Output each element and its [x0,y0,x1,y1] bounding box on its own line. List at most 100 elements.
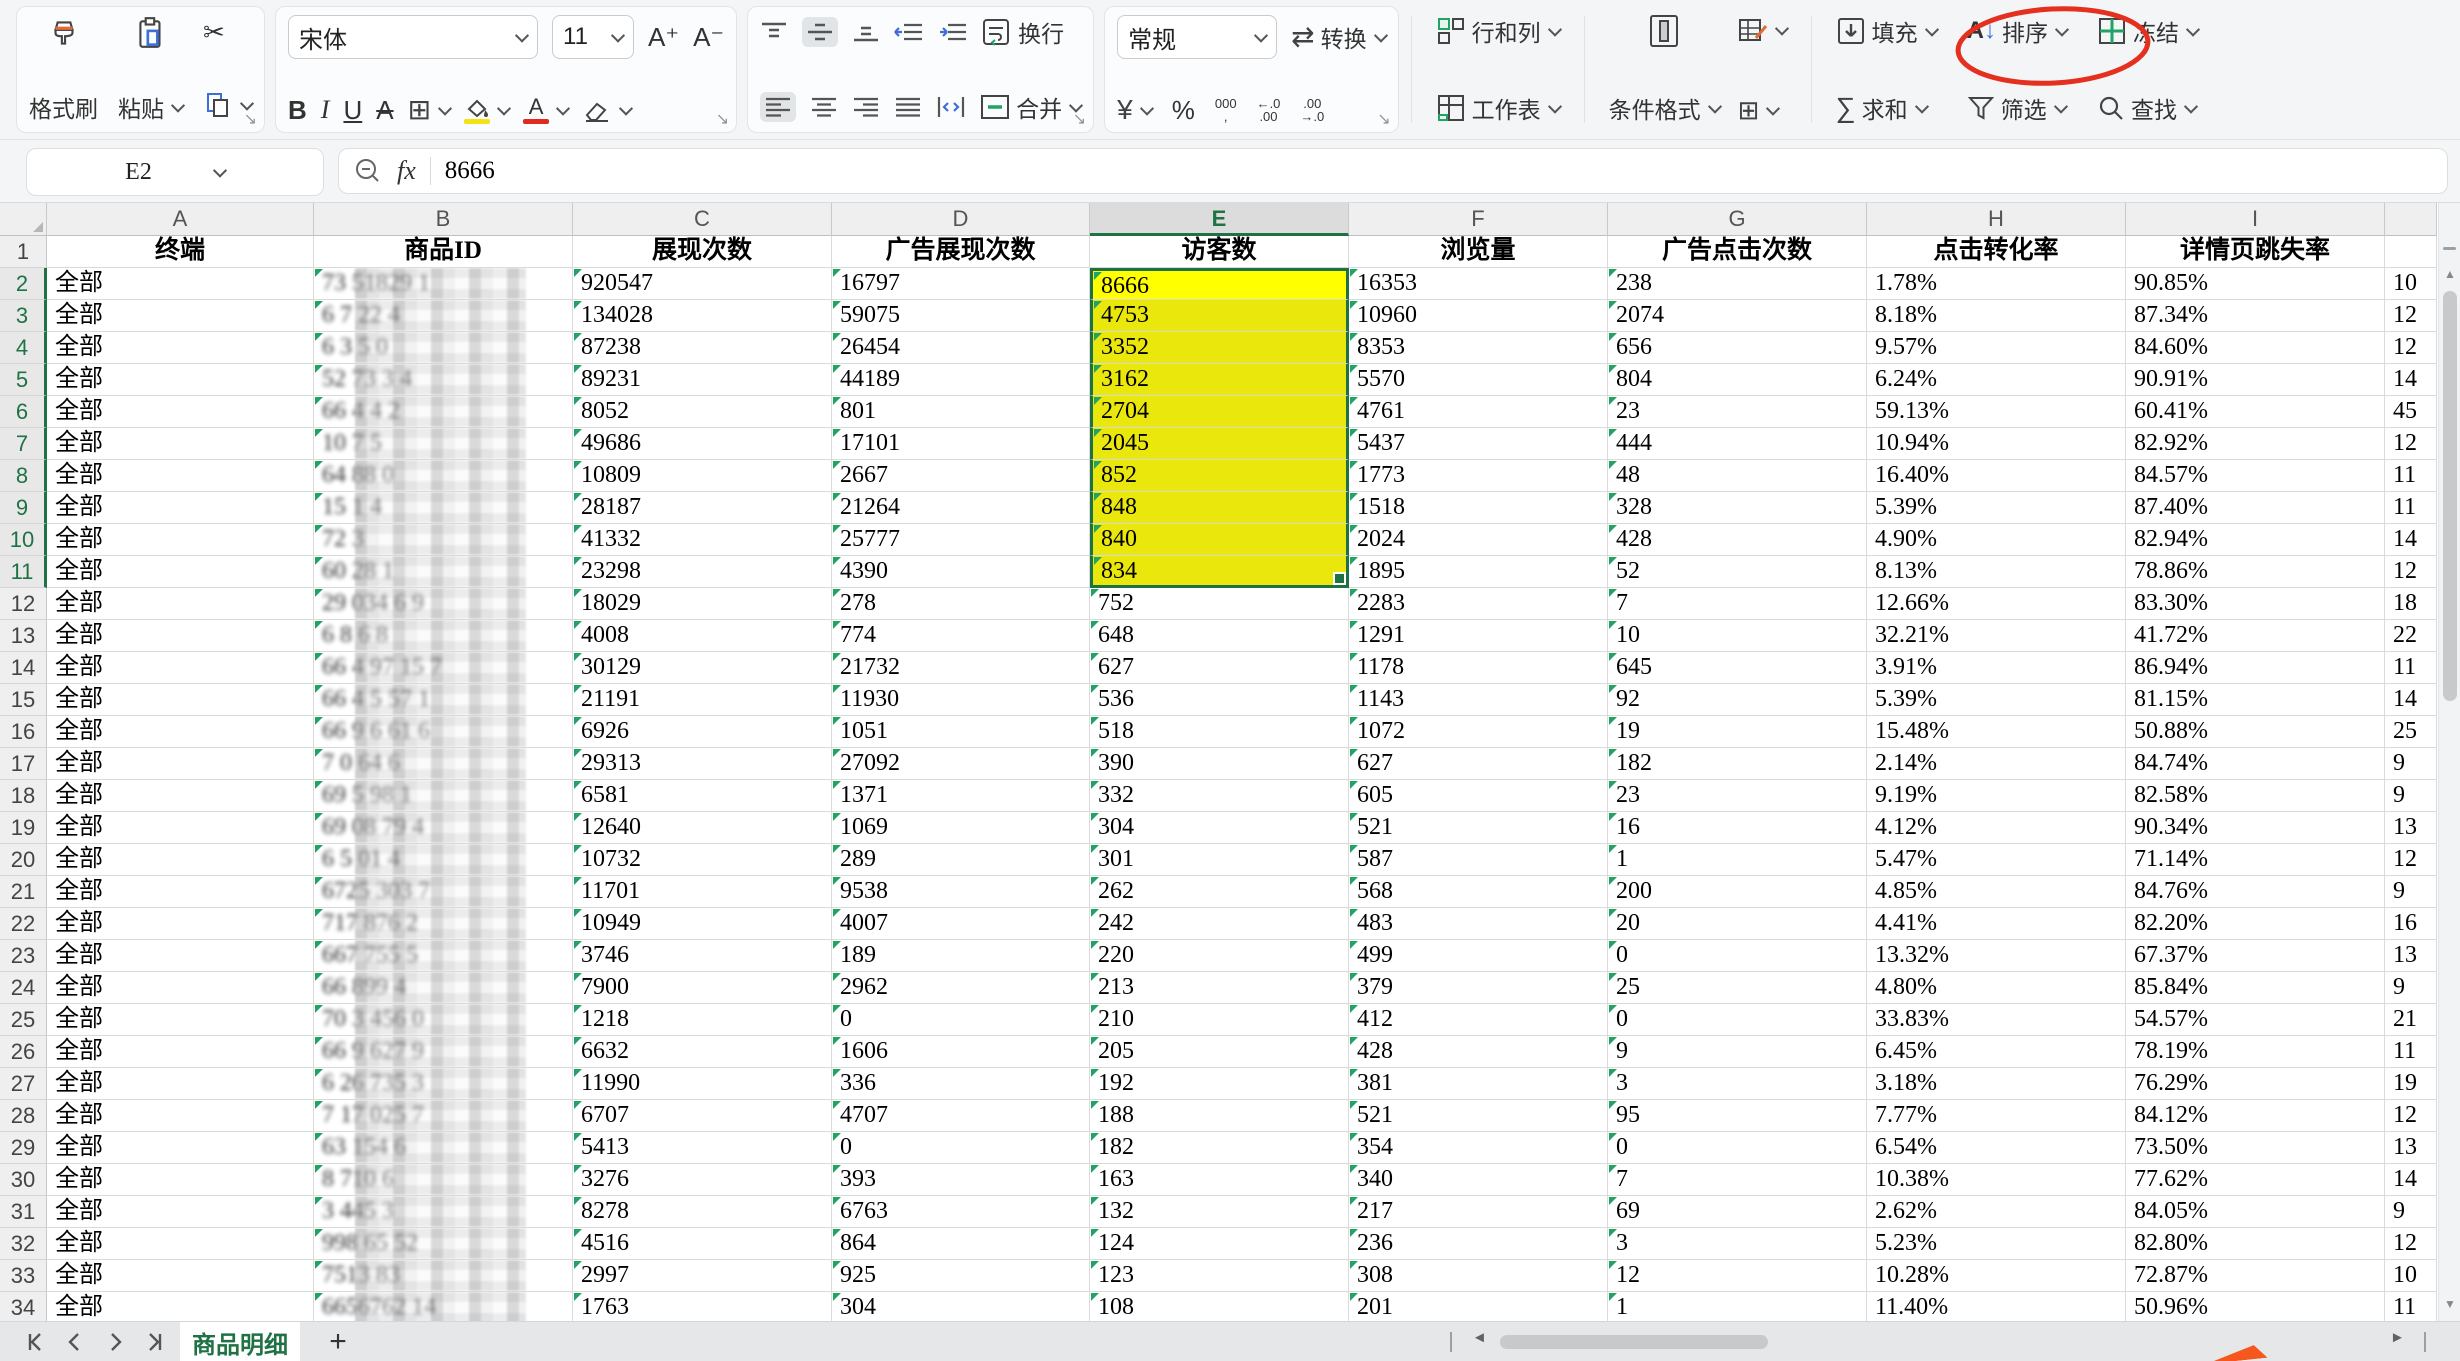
cell-B2[interactable]: 73 51829 1 [314,268,573,300]
cell-J18[interactable]: 9 [2385,780,2437,812]
cell-C24[interactable]: 7900 [573,972,832,1004]
row-header-19[interactable]: 19 [0,812,47,844]
cell-G31[interactable]: 69 [1608,1196,1867,1228]
cell-C21[interactable]: 11701 [573,876,832,908]
cell-E23[interactable]: 220 [1090,940,1349,972]
column-header-A[interactable]: A [47,203,314,236]
decrease-decimal-button[interactable]: ←.0.00 [1257,97,1281,123]
cell-G24[interactable]: 25 [1608,972,1867,1004]
cell-B32[interactable]: 998 65 52 [314,1228,573,1260]
cell-G28[interactable]: 95 [1608,1100,1867,1132]
cell-B11[interactable]: 60 28 1 [314,556,573,588]
cell-G21[interactable]: 200 [1608,876,1867,908]
cell-A8[interactable]: 全部 [47,460,314,492]
row-header-9[interactable]: 9 [0,492,47,524]
cell-C20[interactable]: 10732 [573,844,832,876]
formula-bar[interactable]: fx 8666 [338,148,2448,194]
row-header-14[interactable]: 14 [0,652,47,684]
cell-G9[interactable]: 328 [1608,492,1867,524]
row-header-18[interactable]: 18 [0,780,47,812]
increase-indent-button[interactable] [938,21,968,43]
cell-I28[interactable]: 84.12% [2126,1100,2385,1132]
cell-B9[interactable]: 15 1 4 [314,492,573,524]
cell-A33[interactable]: 全部 [47,1260,314,1292]
cell-H12[interactable]: 12.66% [1867,588,2126,620]
cell-J10[interactable]: 14 [2385,524,2437,556]
freeze-button[interactable]: 冻结 [2097,14,2198,48]
cell-I8[interactable]: 84.57% [2126,460,2385,492]
cell-G7[interactable]: 444 [1608,428,1867,460]
first-sheet-icon[interactable] [24,1331,46,1353]
cell-I33[interactable]: 72.87% [2126,1260,2385,1292]
fill-button[interactable]: 填充 [1836,14,1937,48]
cell-E15[interactable]: 536 [1090,684,1349,716]
column-header-D[interactable]: D [832,203,1090,236]
cell-J33[interactable]: 10 [2385,1260,2437,1292]
column-header-F[interactable]: F [1349,203,1608,236]
cell-I10[interactable]: 82.94% [2126,524,2385,556]
strikethrough-button[interactable]: A [376,97,393,123]
cell-F20[interactable]: 587 [1349,844,1608,876]
cell-D10[interactable]: 25777 [832,524,1090,556]
cell-B20[interactable]: 6 5 01 4 [314,844,573,876]
cell-D27[interactable]: 336 [832,1068,1090,1100]
cell-J26[interactable]: 11 [2385,1036,2437,1068]
cell-G22[interactable]: 20 [1608,908,1867,940]
cell-I15[interactable]: 81.15% [2126,684,2385,716]
cell-J27[interactable]: 19 [2385,1068,2437,1100]
cell-A27[interactable]: 全部 [47,1068,314,1100]
cell-D34[interactable]: 304 [832,1292,1090,1321]
font-family-select[interactable]: 宋体 [288,15,538,59]
cell-H8[interactable]: 16.40% [1867,460,2126,492]
cell-I5[interactable]: 90.91% [2126,364,2385,396]
header-cell-B[interactable]: 商品ID [314,236,573,268]
convert-button[interactable]: ⇄转换 [1291,20,1385,54]
cell-F13[interactable]: 1291 [1349,620,1608,652]
cell-E32[interactable]: 124 [1090,1228,1349,1260]
cell-E29[interactable]: 182 [1090,1132,1349,1164]
cell-B31[interactable]: 3 445 3 [314,1196,573,1228]
format-painter-button[interactable]: 格式刷 [29,15,98,124]
cell-C6[interactable]: 8052 [573,396,832,428]
decrease-font-button[interactable]: A⁻ [693,24,724,50]
cell-A28[interactable]: 全部 [47,1100,314,1132]
cell-A17[interactable]: 全部 [47,748,314,780]
row-header-25[interactable]: 25 [0,1004,47,1036]
cell-G2[interactable]: 238 [1608,268,1867,300]
cell-A12[interactable]: 全部 [47,588,314,620]
thousands-separator-button[interactable]: 000, [1215,97,1237,123]
cell-E16[interactable]: 518 [1090,716,1349,748]
cell-G3[interactable]: 2074 [1608,300,1867,332]
cell-B21[interactable]: 6725 303 7 [314,876,573,908]
currency-format-button[interactable]: ¥ [1117,96,1152,124]
dialog-launcher-icon[interactable]: ↘ [244,109,257,129]
row-header-8[interactable]: 8 [0,460,47,492]
cell-F2[interactable]: 16353 [1349,268,1608,300]
cell-I6[interactable]: 60.41% [2126,396,2385,428]
cell-E20[interactable]: 301 [1090,844,1349,876]
cell-C9[interactable]: 28187 [573,492,832,524]
cell-C17[interactable]: 29313 [573,748,832,780]
cell-J30[interactable]: 14 [2385,1164,2437,1196]
cell-E7[interactable]: 2045 [1090,428,1349,460]
cell-F6[interactable]: 4761 [1349,396,1608,428]
cell-H21[interactable]: 4.85% [1867,876,2126,908]
cell-D22[interactable]: 4007 [832,908,1090,940]
row-header-13[interactable]: 13 [0,620,47,652]
cell-I12[interactable]: 83.30% [2126,588,2385,620]
cell-H26[interactable]: 6.45% [1867,1036,2126,1068]
cell-C26[interactable]: 6632 [573,1036,832,1068]
row-header-24[interactable]: 24 [0,972,47,1004]
cell-F29[interactable]: 354 [1349,1132,1608,1164]
cell-H27[interactable]: 3.18% [1867,1068,2126,1100]
cell-F32[interactable]: 236 [1349,1228,1608,1260]
row-header-12[interactable]: 12 [0,588,47,620]
cell-H34[interactable]: 11.40% [1867,1292,2126,1321]
row-header-10[interactable]: 10 [0,524,47,556]
cell-E34[interactable]: 108 [1090,1292,1349,1321]
cell-C5[interactable]: 89231 [573,364,832,396]
cell-G30[interactable]: 7 [1608,1164,1867,1196]
cell-A20[interactable]: 全部 [47,844,314,876]
cell-E13[interactable]: 648 [1090,620,1349,652]
cell-E12[interactable]: 752 [1090,588,1349,620]
